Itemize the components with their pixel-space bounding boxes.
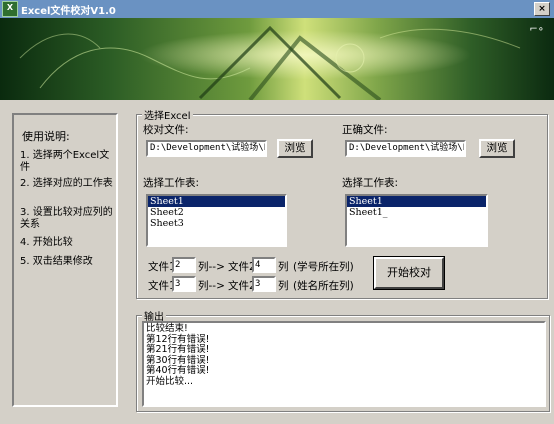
close-button[interactable]: × — [534, 2, 550, 16]
antenna-icon: ⌐∘ — [529, 24, 544, 35]
check-sheet-list[interactable]: Sheet1 Sheet2 Sheet3 — [146, 194, 287, 247]
mapping-note: (姓名所在列) — [293, 280, 354, 292]
banner-image: ⌐∘ — [0, 18, 554, 100]
list-item[interactable]: Sheet3 — [148, 218, 285, 229]
mapping-col2-input[interactable]: 3 — [252, 276, 276, 292]
list-item[interactable]: Sheet2 — [148, 207, 285, 218]
mapping-unit: 列 — [278, 261, 289, 273]
output-line: 比较结束! — [146, 323, 188, 334]
instruction-item: 5. 双击结果修改 — [20, 256, 93, 267]
check-sheet-label: 选择工作表: — [143, 177, 200, 189]
output-line: 第21行有错误! — [146, 344, 210, 355]
list-item[interactable]: Sheet1 — [148, 196, 285, 207]
app-icon: X — [2, 1, 18, 17]
check-file-browse-button[interactable]: 浏览 — [277, 139, 313, 158]
mapping-col1-input[interactable]: 2 — [172, 257, 196, 273]
correct-sheet-label: 选择工作表: — [342, 177, 399, 189]
select-excel-label: 选择Excel — [142, 107, 193, 122]
mapping-arrow: 列--> — [198, 280, 225, 292]
instruction-item: 3. 设置比较对应列的关系 — [20, 207, 113, 230]
banner-art — [0, 18, 554, 100]
mapping-note: (学号所在列) — [293, 261, 354, 273]
mapping-unit: 列 — [278, 280, 289, 292]
start-check-button[interactable]: 开始校对 — [373, 256, 445, 290]
correct-sheet-list[interactable]: Sheet1 Sheet1_ — [345, 194, 488, 247]
title-bar: X Excel文件校对V1.0 — [0, 0, 554, 18]
check-file-label: 校对文件: — [143, 124, 189, 136]
output-line: 开始比较... — [146, 375, 194, 387]
window-title: Excel文件校对V1.0 — [21, 5, 116, 17]
check-file-path-field[interactable]: D:\Development\试验场\E: — [146, 140, 267, 157]
correct-file-path-field[interactable]: D:\Development\试验场\E: — [345, 140, 466, 157]
instruction-item: 2. 选择对应的工作表 — [20, 178, 113, 189]
correct-file-label: 正确文件: — [342, 124, 388, 136]
list-item[interactable]: Sheet1 — [347, 196, 486, 207]
list-item[interactable]: Sheet1_ — [347, 207, 486, 218]
mapping-col1-input[interactable]: 3 — [172, 276, 196, 292]
instruction-item: 1. 选择两个Excel文件 — [20, 150, 110, 173]
correct-file-browse-button[interactable]: 浏览 — [479, 139, 515, 158]
mapping-col2-input[interactable]: 4 — [252, 257, 276, 273]
instructions-title: 使用说明: — [22, 130, 70, 143]
instruction-item: 4. 开始比较 — [20, 237, 73, 248]
output-line: 第40行有错误! — [146, 365, 210, 376]
output-log[interactable]: 比较结束! 第12行有错误! 第21行有错误! 第30行有错误! 第40行有错误… — [142, 321, 546, 407]
mapping-arrow: 列--> — [198, 261, 225, 273]
